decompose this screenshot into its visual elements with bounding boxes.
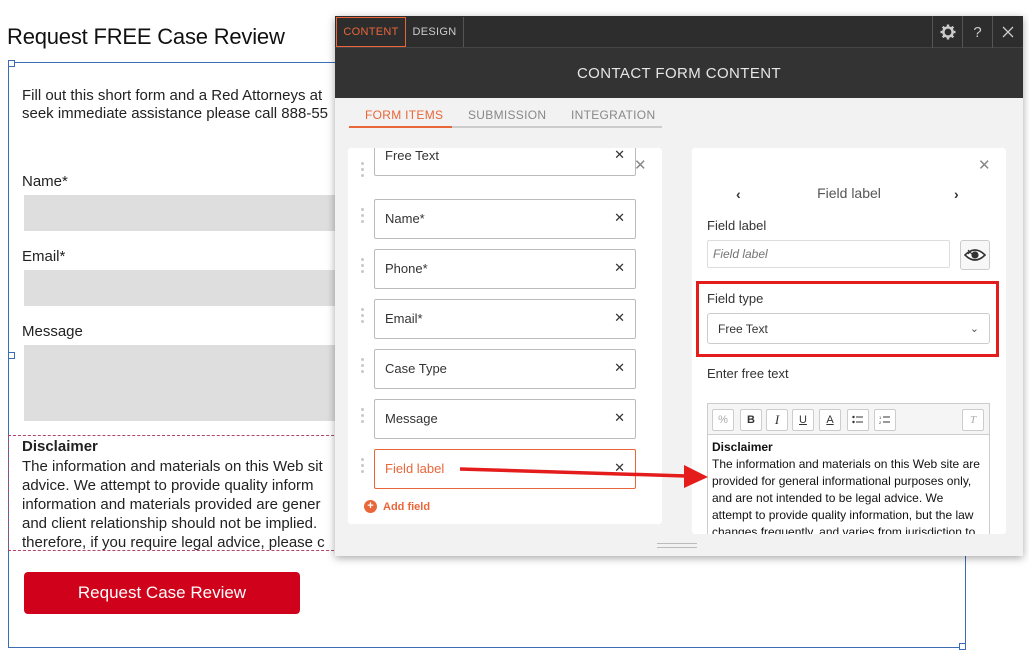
eye-icon <box>964 249 986 261</box>
drag-handle-icon[interactable] <box>361 208 367 226</box>
field-label-input[interactable] <box>707 240 950 268</box>
italic-icon[interactable]: I <box>766 409 788 431</box>
settings-gear-icon[interactable] <box>932 16 962 48</box>
plus-icon: + <box>364 500 377 513</box>
editor-line: and are not intended to be legal advice.… <box>712 491 944 505</box>
remove-item-icon[interactable]: ✕ <box>614 260 625 276</box>
name-label: Name* <box>22 173 68 190</box>
modal-header: CONTACT FORM CONTENT <box>335 48 1023 98</box>
form-item-free-text[interactable]: Free Text ✕ <box>374 148 636 176</box>
editor-line: provided for general informational purpo… <box>712 474 972 488</box>
disclaimer-line: The information and materials on this We… <box>22 458 323 475</box>
link-icon[interactable]: % <box>712 409 734 431</box>
form-item-case-type[interactable]: Case Type ✕ <box>374 349 636 389</box>
contact-form-content-modal: CONTENT DESIGN ? CONTACT FORM CONTENT FO… <box>335 16 1023 556</box>
resize-handle[interactable] <box>959 643 966 650</box>
disclaimer-line: advice. We attempt to provide quality in… <box>22 477 314 494</box>
drag-handle-icon[interactable] <box>361 358 367 376</box>
name-field[interactable] <box>24 195 344 231</box>
add-field-button[interactable]: + Add field <box>364 500 430 513</box>
form-item-label: Email* <box>385 311 423 326</box>
tab-design[interactable]: DESIGN <box>406 17 464 47</box>
form-item-label: Free Text <box>385 148 439 163</box>
page-title: Request FREE Case Review <box>7 24 285 49</box>
field-label-label: Field label <box>707 218 767 233</box>
free-text-label: Enter free text <box>707 366 789 381</box>
disclaimer-line: information and materials provided are g… <box>22 496 321 513</box>
tab-submission[interactable]: SUBMISSION <box>468 108 546 122</box>
bullet-list-icon[interactable] <box>847 409 869 431</box>
remove-item-icon[interactable]: ✕ <box>614 310 625 326</box>
form-item-label: Case Type <box>385 361 447 376</box>
chevron-left-icon[interactable]: ‹ <box>736 186 741 202</box>
intro-line: seek immediate assistance please call 88… <box>22 105 328 122</box>
email-label: Email* <box>22 248 66 265</box>
email-field[interactable] <box>24 270 344 306</box>
disclaimer-title: Disclaimer <box>22 438 98 455</box>
remove-item-icon[interactable]: ✕ <box>614 148 625 163</box>
editor-line: The information and materials on this We… <box>712 457 980 471</box>
underline-icon[interactable]: U <box>792 409 814 431</box>
remove-item-icon[interactable]: ✕ <box>614 360 625 376</box>
form-item-phone[interactable]: Phone* ✕ <box>374 249 636 289</box>
drag-handle-icon[interactable] <box>361 308 367 326</box>
form-intro: Fill out this short form and a Red Attor… <box>22 87 342 123</box>
drag-handle-icon[interactable] <box>361 408 367 426</box>
subtab-bar: FORM ITEMS SUBMISSION INTEGRATION <box>349 104 662 128</box>
tab-content[interactable]: CONTENT <box>336 17 406 47</box>
close-icon[interactable]: ✕ <box>978 156 991 174</box>
drag-handle-icon[interactable] <box>361 162 367 180</box>
text-color-icon[interactable]: A <box>819 409 841 431</box>
form-item-name[interactable]: Name* ✕ <box>374 199 636 239</box>
request-case-review-button[interactable]: Request Case Review <box>24 572 300 614</box>
chevron-right-icon[interactable]: › <box>954 186 959 202</box>
form-items-panel: ✕ Free Text ✕ Name* ✕ Phone* ✕ Email* ✕ … <box>348 148 662 524</box>
disclaimer-block[interactable]: Disclaimer The information and materials… <box>8 435 344 551</box>
rich-text-editor[interactable]: % B I U A 12 T Disclaimer The informatio… <box>707 403 990 534</box>
intro-line: Fill out this short form and a Red Attor… <box>22 87 323 104</box>
tab-form-items[interactable]: FORM ITEMS <box>365 108 443 122</box>
resize-handle[interactable] <box>8 60 15 67</box>
remove-item-icon[interactable]: ✕ <box>614 210 625 226</box>
remove-item-icon[interactable]: ✕ <box>614 410 625 426</box>
editor-line: attempt to provide quality information, … <box>712 508 974 522</box>
drag-handle-icon[interactable] <box>361 458 367 476</box>
form-item-label: Message <box>385 411 438 426</box>
form-item-label: Field label <box>385 461 445 476</box>
disclaimer-line: therefore, if you require legal advice, … <box>22 534 325 551</box>
form-item-label: Phone* <box>385 261 428 276</box>
modal-resize-grip[interactable] <box>657 543 697 548</box>
editor-line: changes frequently, and varies from juri… <box>712 525 976 534</box>
active-tab-underline <box>349 126 452 128</box>
numbered-list-icon[interactable]: 12 <box>874 409 896 431</box>
tab-integration[interactable]: INTEGRATION <box>571 108 655 122</box>
form-item-label: Name* <box>385 211 425 226</box>
form-item-message[interactable]: Message ✕ <box>374 399 636 439</box>
bold-icon[interactable]: B <box>740 409 762 431</box>
resize-handle[interactable] <box>8 352 15 359</box>
drag-handle-icon[interactable] <box>361 258 367 276</box>
visibility-toggle-button[interactable] <box>960 240 990 270</box>
clear-format-icon[interactable]: T <box>962 409 984 431</box>
form-item-field-label[interactable]: Field label ✕ <box>374 449 636 489</box>
modal-topbar: CONTENT DESIGN ? <box>335 16 1023 48</box>
editor-toolbar: % B I U A 12 T <box>708 404 989 435</box>
editor-title: Disclaimer <box>712 440 773 454</box>
add-field-label: Add field <box>383 500 431 513</box>
disclaimer-line: and client relationship should not be im… <box>22 515 318 532</box>
message-label: Message <box>22 323 83 340</box>
disclaimer-text: The information and materials on this We… <box>22 457 325 551</box>
highlight-box-field-type <box>696 281 999 357</box>
editor-content[interactable]: Disclaimer The information and materials… <box>712 439 988 534</box>
close-icon[interactable] <box>992 16 1022 48</box>
svg-text:2: 2 <box>879 420 882 425</box>
remove-item-icon[interactable]: ✕ <box>614 460 625 476</box>
form-item-email[interactable]: Email* ✕ <box>374 299 636 339</box>
message-field[interactable] <box>24 345 344 421</box>
help-icon[interactable]: ? <box>962 16 992 48</box>
